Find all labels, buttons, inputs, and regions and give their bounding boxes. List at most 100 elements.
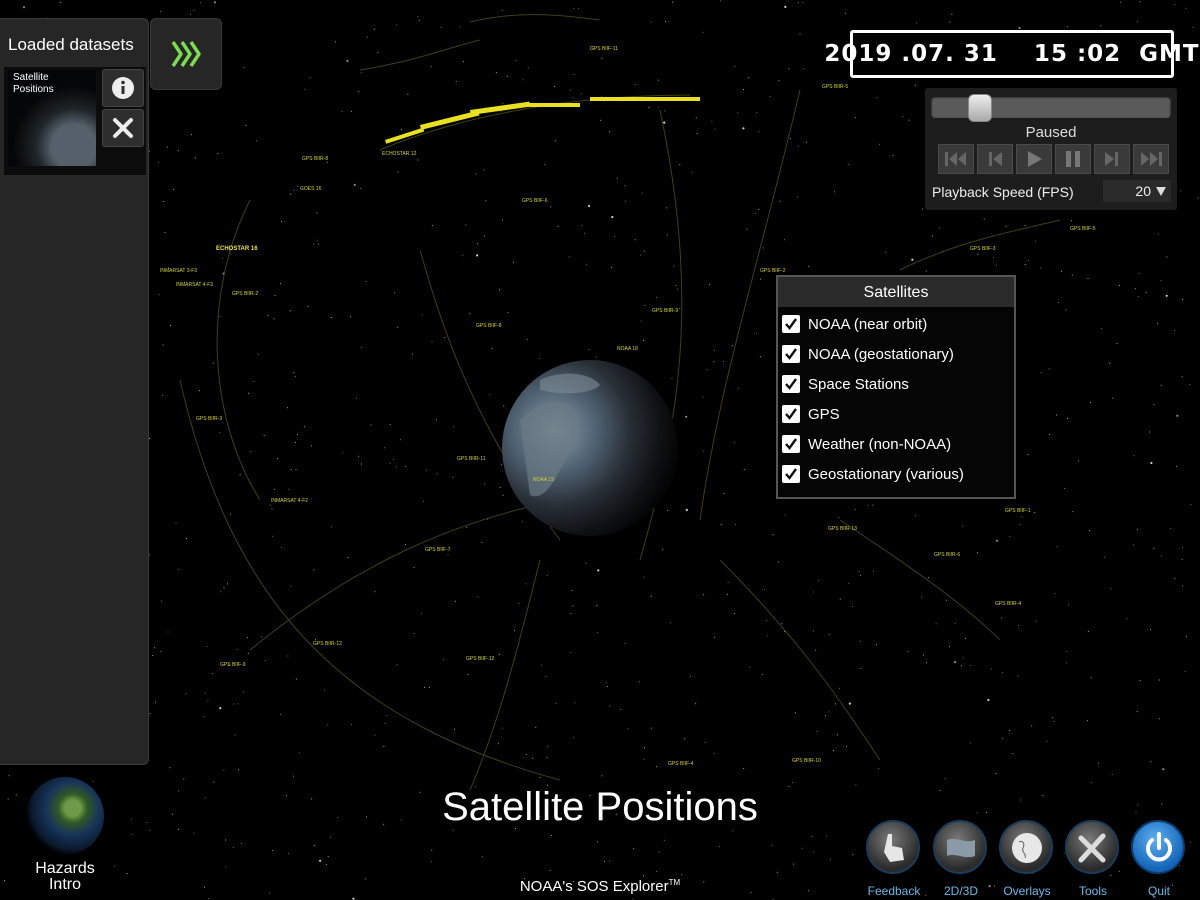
step-forward-button[interactable] [1094, 144, 1130, 174]
skip-to-end-button[interactable] [1133, 144, 1169, 174]
satellite-label[interactable]: GPS BIIF-3 [970, 246, 996, 252]
satellite-label[interactable]: GPS BIIR-9 [652, 308, 678, 314]
hazards-intro-button[interactable]: Hazards Intro [22, 775, 108, 900]
satellite-label[interactable]: NOAA 18 [617, 346, 638, 352]
satellite-label[interactable]: GPS BIIR-10 [792, 758, 821, 764]
tools-button[interactable]: Tools [1062, 818, 1124, 900]
star [844, 12, 846, 14]
satellite-filter-gps[interactable]: GPS [782, 402, 840, 426]
satellite-filter-noaa-near-orbit[interactable]: NOAA (near orbit) [782, 312, 927, 336]
star [405, 466, 407, 468]
play-button[interactable] [1016, 144, 1052, 174]
satellite-label[interactable]: GPS BIIF-1 [1005, 508, 1031, 514]
expand-panel-button[interactable] [150, 18, 222, 90]
skip-to-start-button[interactable] [938, 144, 974, 174]
checkbox[interactable] [782, 345, 800, 363]
star [704, 741, 706, 743]
star [422, 500, 424, 502]
satellite-label[interactable]: GOES 16 [300, 186, 322, 192]
dataset-card[interactable]: Satellite Positions [4, 67, 146, 175]
satellite-label[interactable]: GPS BIIR-5 [822, 84, 848, 90]
overlays-button[interactable]: Overlays [996, 818, 1058, 900]
tools-icon-wrap [1065, 820, 1119, 874]
star [759, 356, 761, 358]
star [288, 853, 290, 855]
star [588, 349, 590, 350]
satellite-label[interactable]: GPS BIIF-8 [476, 323, 502, 329]
step-back-button[interactable] [977, 144, 1013, 174]
timeline-handle[interactable] [968, 94, 992, 122]
satellite-label[interactable]: GPS BIIR-8 [302, 156, 328, 162]
satellite-label[interactable]: NOAA 19 [533, 477, 554, 483]
satellite-label[interactable]: GPS BIIF-7 [425, 547, 451, 553]
satellite-filter-weather-non-noaa[interactable]: Weather (non-NOAA) [782, 432, 951, 456]
dataset-info-button[interactable] [102, 69, 144, 107]
star [466, 526, 468, 528]
checkmark-icon [785, 438, 797, 450]
star [219, 315, 221, 317]
satellite-label[interactable]: GPS BIIF-5 [1070, 226, 1096, 232]
star [1090, 402, 1091, 403]
star [763, 247, 764, 249]
datetime-display: 2019 .07. 31 15 :02 GMT [824, 30, 1199, 78]
filter-label: Geostationary (various) [808, 465, 964, 483]
satellite-label[interactable]: GPS BIIR-13 [828, 526, 857, 532]
checkbox[interactable] [782, 465, 800, 483]
satellite-label[interactable]: GPS BIIF-2 [760, 268, 786, 274]
checkbox[interactable] [782, 375, 800, 393]
star [596, 604, 598, 606]
star [995, 773, 997, 774]
satellite-label[interactable]: ECHOSTAR 12 [382, 151, 417, 157]
star [797, 2, 799, 4]
playback-controls [938, 144, 1169, 174]
satellite-label[interactable]: GPS BIIR-6 [934, 552, 960, 558]
satellite-filter-noaa-geostationary[interactable]: NOAA (geostationary) [782, 342, 954, 366]
satellite-label[interactable]: GPS BIIR-4 [995, 601, 1021, 607]
satellite-label[interactable]: GPS BIIF-11 [590, 46, 618, 52]
star [797, 196, 799, 198]
star [828, 711, 830, 713]
satellite-label[interactable]: GPS BIIF-9 [220, 662, 246, 668]
satellite-label[interactable]: GPS BIIF-12 [466, 656, 495, 662]
dataset-thumbnail[interactable]: Satellite Positions [8, 70, 96, 166]
satellite-label[interactable]: GPS BIIR-11 [457, 456, 486, 462]
star [351, 110, 353, 112]
satellite-filter-space-stations[interactable]: Space Stations [782, 372, 909, 396]
checkbox[interactable] [782, 435, 800, 453]
star [802, 2, 804, 4]
star [616, 177, 618, 179]
checkbox[interactable] [782, 405, 800, 423]
star [1103, 556, 1105, 558]
view-2d3d-button[interactable]: 2D/3D [930, 818, 992, 900]
quit-button[interactable]: Quit [1128, 818, 1190, 900]
feedback-button[interactable]: Feedback [863, 818, 925, 900]
satellite-label[interactable]: GPS BIIR-3 [196, 416, 222, 422]
fps-dropdown[interactable]: 20 [1103, 180, 1171, 202]
star [1137, 296, 1139, 297]
satellite-label[interactable]: INMARSAT 4-F3 [176, 282, 213, 288]
star [501, 727, 503, 729]
satellite-label[interactable]: GPS BIIR-2 [232, 291, 258, 297]
satellite-filter-geostationary-various[interactable]: Geostationary (various) [782, 462, 964, 486]
dataset-remove-button[interactable] [102, 109, 144, 147]
star [675, 284, 677, 286]
star [237, 703, 239, 705]
star [250, 450, 252, 452]
star [1161, 803, 1163, 805]
star [620, 709, 622, 710]
star [522, 79, 524, 81]
satellite-label[interactable]: INMARSAT 3-F3 [160, 268, 197, 274]
star [1174, 4, 1176, 6]
satellite-label[interactable]: GPS BIIF-6 [522, 198, 548, 204]
star [734, 612, 736, 614]
star [1189, 383, 1191, 385]
checkbox[interactable] [782, 315, 800, 333]
satellite-label[interactable]: GPS BIIF-4 [668, 761, 694, 767]
star [294, 376, 296, 377]
timeline-slider[interactable] [931, 94, 1171, 122]
star [571, 590, 573, 591]
satellite-label[interactable]: INMARSAT 4-F2 [271, 498, 308, 504]
pause-button[interactable] [1055, 144, 1091, 174]
satellite-label[interactable]: GPS BIIR-12 [313, 641, 342, 647]
satellite-label[interactable]: ECHOSTAR 16 [216, 246, 258, 252]
